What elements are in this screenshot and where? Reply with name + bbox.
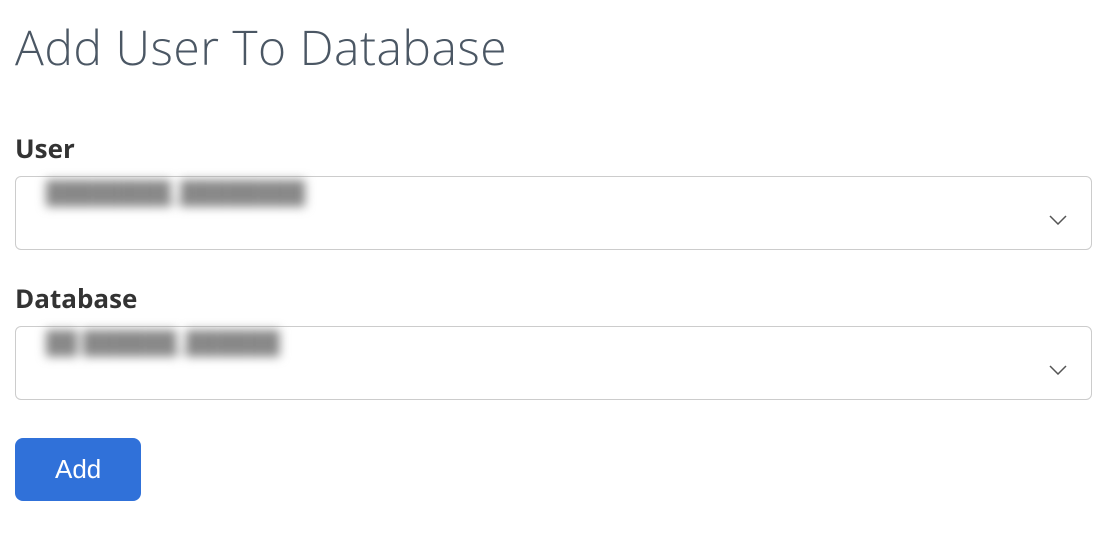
database-form-group: Database ██ ██████_██████ (15, 280, 1092, 400)
user-select-wrapper: ████████_████████ (15, 176, 1092, 250)
user-label: User (15, 130, 1092, 166)
database-label: Database (15, 280, 1092, 316)
user-selected-value: ████████_████████ (46, 177, 305, 207)
user-form-group: User ████████_████████ (15, 130, 1092, 250)
database-selected-value: ██ ██████_██████ (46, 327, 280, 357)
add-button[interactable]: Add (15, 438, 141, 501)
database-select[interactable]: ██ ██████_██████ (15, 326, 1092, 400)
page-title: Add User To Database (15, 15, 1092, 80)
database-select-wrapper: ██ ██████_██████ (15, 326, 1092, 400)
user-select[interactable]: ████████_████████ (15, 176, 1092, 250)
